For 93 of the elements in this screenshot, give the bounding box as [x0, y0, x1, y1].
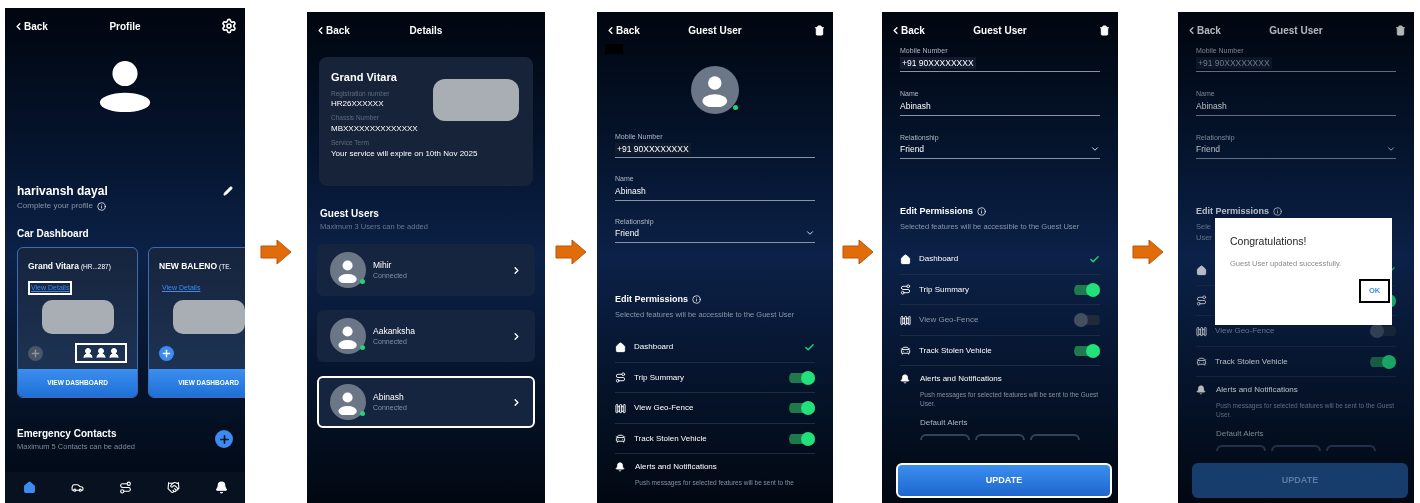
section-title: Edit Permissions: [615, 292, 689, 306]
bell-icon: [1196, 385, 1206, 396]
flow-arrow-icon: [841, 238, 874, 265]
delete-icon[interactable]: [814, 24, 825, 36]
home-icon: [1196, 264, 1207, 276]
dialog-title: Congratulations!: [1230, 234, 1308, 249]
permission-label: View Geo-Fence: [634, 402, 694, 414]
delete-icon[interactable]: [1099, 24, 1110, 36]
delete-icon[interactable]: [1395, 24, 1406, 36]
info-icon[interactable]: [692, 295, 702, 304]
bell-icon: [615, 462, 625, 473]
toggle-switch[interactable]: [789, 370, 815, 385]
update-button[interactable]: UPDATE: [896, 463, 1112, 498]
route-icon: [1196, 295, 1207, 306]
flow-arrow-icon: [555, 238, 587, 265]
back-button[interactable]: Back: [890, 22, 925, 38]
car-icon: [900, 345, 911, 356]
route-icon: [900, 284, 911, 295]
field-value: MBXXXXXXXXXXXXXX: [331, 123, 419, 135]
permission-label: Trip Summary: [634, 371, 684, 384]
home-icon: [900, 253, 911, 265]
permission-label: Track Stolen Vehicle: [919, 344, 992, 357]
chevron-right-icon: [511, 396, 522, 408]
add-guest-icon[interactable]: [159, 345, 174, 361]
toggle-switch[interactable]: [1074, 343, 1100, 358]
home-icon[interactable]: [22, 481, 36, 494]
user-name: harivansh dayal: [17, 183, 108, 201]
permission-label: Alerts and Notifications: [920, 373, 1002, 386]
back-button[interactable]: Back: [13, 18, 48, 34]
emergency-title: Emergency Contacts: [17, 427, 118, 442]
permission-label: Alerts and Notifications: [635, 461, 717, 474]
edit-icon[interactable]: [223, 186, 233, 197]
screen-title: Guest User: [973, 23, 1027, 38]
screen-title: Details: [409, 23, 443, 38]
route-icon[interactable]: [118, 481, 132, 494]
guest-name: Abinash: [373, 390, 405, 404]
chevron-right-icon: [511, 264, 522, 276]
toggle-switch[interactable]: [1074, 313, 1100, 327]
default-alerts-label: Default Alerts: [1216, 428, 1265, 441]
toggle-switch[interactable]: [1370, 324, 1396, 338]
info-icon[interactable]: [1273, 207, 1283, 216]
field-value: Your service will expire on 10th Nov 2025: [331, 147, 479, 160]
car-name: Grand Vitara: [331, 70, 398, 85]
back-button[interactable]: Back: [1186, 22, 1221, 38]
flow-arrow-icon: [1132, 238, 1164, 265]
add-contact-icon[interactable]: [215, 430, 233, 449]
flow-arrow-icon: [260, 238, 292, 265]
toggle-switch[interactable]: [789, 431, 815, 446]
field-value: HR26XXXXXX: [331, 98, 385, 111]
car-name: NEW BALENO: [159, 260, 218, 273]
route-icon: [615, 372, 626, 383]
home-icon: [615, 341, 626, 353]
permission-label: Trip Summary: [919, 283, 969, 296]
fence-icon: [615, 402, 626, 414]
default-alerts-label: Default Alerts: [920, 417, 969, 430]
permission-label: Alerts and Notifications: [1216, 384, 1298, 397]
car-icon[interactable]: [70, 481, 84, 494]
permission-label: Dashboard: [919, 253, 959, 265]
permission-label: View Geo-Fence: [919, 314, 979, 326]
handshake-icon[interactable]: [166, 481, 180, 494]
guest-avatars-icon[interactable]: [75, 343, 127, 364]
back-button[interactable]: Back: [605, 22, 640, 38]
toggle-switch[interactable]: [1370, 354, 1396, 369]
permission-label: Track Stolen Vehicle: [1215, 355, 1288, 368]
car-icon: [615, 433, 626, 444]
car-icon: [1196, 356, 1207, 367]
screen-title: Profile: [109, 19, 141, 34]
section-title: Edit Permissions: [1196, 204, 1270, 218]
check-icon[interactable]: [804, 341, 815, 353]
settings-icon[interactable]: [221, 18, 237, 34]
guest-name: Mihir: [373, 258, 393, 272]
permission-label: Dashboard: [634, 341, 674, 353]
bell-icon: [900, 374, 910, 385]
chevron-right-icon: [511, 330, 522, 342]
info-icon[interactable]: [977, 207, 987, 216]
permission-label: View Geo-Fence: [1215, 325, 1275, 337]
car-name: Grand Vitara: [28, 260, 79, 273]
back-button[interactable]: Back: [315, 22, 350, 38]
guest-name: Aakanksha: [373, 324, 416, 338]
screen-title: Guest User: [688, 23, 742, 38]
permission-label: Track Stolen Vehicle: [634, 432, 707, 445]
toggle-switch[interactable]: [789, 401, 815, 415]
section-title: Car Dashboard: [16, 227, 90, 242]
toggle-switch[interactable]: [1074, 282, 1100, 297]
bell-icon[interactable]: [214, 481, 228, 494]
section-title: Guest Users: [319, 207, 380, 221]
fence-icon: [1196, 325, 1207, 337]
screen-title: Guest User: [1269, 23, 1323, 38]
section-title: Edit Permissions: [900, 204, 974, 218]
profile-hint: Complete your profile: [17, 200, 94, 213]
fence-icon: [900, 314, 911, 326]
info-icon[interactable]: [97, 201, 107, 211]
check-icon[interactable]: [1089, 253, 1100, 265]
